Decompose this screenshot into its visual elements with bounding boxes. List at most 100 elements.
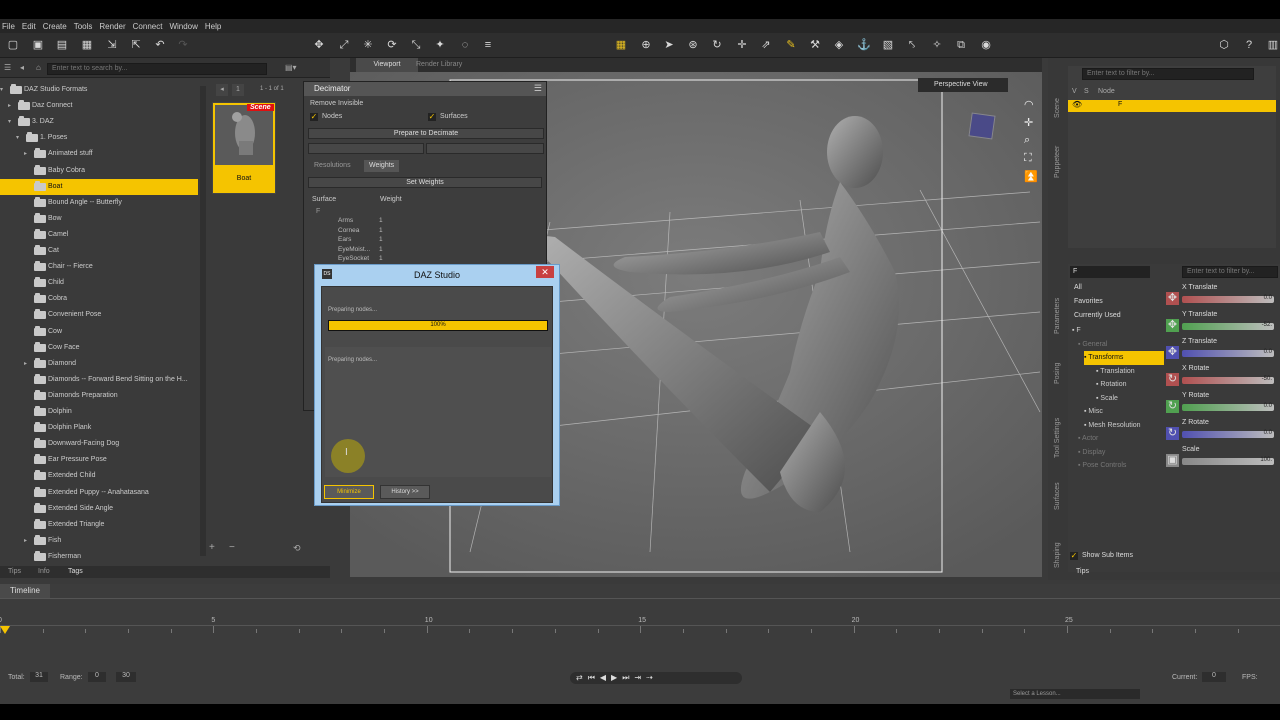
tab-resolutions[interactable]: Resolutions [314, 160, 351, 172]
parameter-slider[interactable]: ↻ Z Rotate 0.0 [1164, 419, 1274, 445]
parameter-slider[interactable]: ✥ Y Translate -52. [1164, 311, 1274, 337]
orbit-view-icon[interactable]: ◠ [1024, 98, 1034, 111]
library-tree-item[interactable]: ▸ Daz Connect [0, 98, 198, 114]
library-tree-item[interactable]: Chair -- Fierce [0, 259, 198, 275]
view-options-icon[interactable]: ▤▾ [285, 63, 307, 75]
parameter-slider-track[interactable] [1182, 431, 1274, 438]
library-scrollbar[interactable] [200, 86, 206, 556]
parameter-slider-value[interactable]: 100. [1260, 457, 1272, 463]
tab-weights[interactable]: Weights [364, 160, 400, 172]
parameter-tree-item[interactable]: ▪ Rotation [1096, 378, 1127, 392]
parameter-tree-item[interactable]: ▪ Misc [1084, 405, 1103, 419]
collapsed-arrow-icon[interactable]: ▸ [24, 356, 32, 372]
menu-edit[interactable]: Edit [22, 22, 36, 31]
library-tree-item[interactable]: Extended Child [0, 468, 198, 484]
camera-select[interactable]: Perspective View [918, 78, 1008, 92]
parameter-tree-item[interactable]: ▪ Transforms [1084, 351, 1164, 365]
ds-logo-icon[interactable]: ⬡ [1217, 38, 1231, 52]
bone-icon[interactable]: ⚒ [808, 38, 822, 52]
parameter-slider-track[interactable] [1182, 296, 1274, 303]
library-tree-item[interactable]: Diamonds Preparation [0, 388, 198, 404]
library-tree-item[interactable]: Baby Cobra [0, 163, 198, 179]
library-tree-item[interactable]: Downward-Facing Dog [0, 436, 198, 452]
expanded-arrow-icon[interactable]: ▾ [8, 114, 16, 130]
total-field[interactable]: 31 [30, 672, 48, 682]
parameter-slider-track[interactable] [1182, 377, 1274, 384]
playhead-marker[interactable] [0, 626, 10, 634]
tab-puppeteer[interactable]: Puppeteer [1054, 146, 1061, 178]
library-tree-item[interactable]: ▸ Animated stuff [0, 146, 198, 162]
library-tree-item[interactable]: ▾ DAZ Studio Formats [0, 82, 198, 98]
scale-icon[interactable]: ⇗ [759, 38, 773, 52]
menu-create[interactable]: Create [43, 22, 67, 31]
transform-icon[interactable]: ◌ [458, 38, 472, 52]
redo-icon[interactable]: ↷ [176, 38, 190, 52]
reset-view-icon[interactable]: ⏫ [1024, 170, 1038, 183]
library-tree-item[interactable]: Dolphin Plank [0, 420, 198, 436]
library-tree-item[interactable]: ▾ 1. Poses [0, 130, 198, 146]
parameter-slider-value[interactable]: -52. [1262, 322, 1272, 328]
surface-selection-icon[interactable]: ✎ [784, 38, 798, 52]
anchor-icon[interactable]: ⚓ [857, 38, 871, 52]
history-button[interactable]: History >> [380, 485, 430, 499]
boat-thumbnail[interactable]: Scene Boat [212, 102, 276, 194]
library-tree-item[interactable]: Extended Triangle [0, 517, 198, 533]
close-icon[interactable]: ✕ [536, 266, 554, 278]
diamond-tool-icon[interactable]: ◈ [832, 38, 846, 52]
prev-page-button[interactable]: ◂ [216, 84, 228, 96]
collapsed-arrow-icon[interactable]: ▸ [8, 98, 16, 114]
parameter-tree-item[interactable]: ▪ Pose Controls [1078, 459, 1126, 473]
add-icon[interactable]: + [209, 542, 221, 554]
parameter-slider-value[interactable]: -50. [1262, 376, 1272, 382]
cube-tool-icon[interactable]: ▧ [881, 38, 895, 52]
scene-filter-input[interactable]: Enter text to filter by... [1082, 68, 1254, 80]
rotate-tool-icon[interactable]: ⟳ [385, 38, 399, 52]
parameter-tree-item[interactable]: ▪ Mesh Resolution [1084, 419, 1141, 433]
tab-tool-settings[interactable]: Tool Settings [1054, 418, 1061, 458]
library-tree-item[interactable]: Fisherman [0, 549, 198, 565]
parameter-slider-value[interactable]: 0.0 [1264, 430, 1272, 436]
tab-render-library[interactable]: Render Library [416, 58, 462, 72]
tab-info[interactable]: Info [38, 566, 50, 578]
tab-posing[interactable]: Posing [1054, 363, 1061, 384]
library-tree-item[interactable]: Dolphin [0, 404, 198, 420]
tab-viewport[interactable]: Viewport [356, 58, 418, 72]
back-arrow-icon[interactable]: ◂ [20, 63, 30, 73]
universal-tool-icon[interactable]: ▦ [614, 38, 628, 52]
parameter-tree-item[interactable]: ▪ Actor [1078, 432, 1098, 446]
camera-icon[interactable]: ◉ [979, 38, 993, 52]
pointer-icon[interactable]: ➤ [662, 38, 676, 52]
tab-tips-right[interactable]: Tips [1076, 568, 1089, 575]
weights-value[interactable]: 1 [379, 227, 383, 234]
library-tree-item[interactable]: ▾ 3. DAZ [0, 114, 198, 130]
weights-root-node[interactable]: F [316, 208, 320, 215]
expanded-arrow-icon[interactable]: ▾ [16, 130, 24, 146]
frame-view-icon[interactable]: ⛶ [1024, 152, 1032, 165]
parameter-slider[interactable]: ✥ Z Translate 0.0 [1164, 338, 1274, 364]
library-tree-item[interactable]: Ear Pressure Pose [0, 452, 198, 468]
library-tree-item[interactable]: Child [0, 275, 198, 291]
pin-icon[interactable]: ⤣ [905, 38, 919, 52]
parameter-slider[interactable]: ↻ Y Rotate 0.0 [1164, 392, 1274, 418]
help-icon[interactable]: ? [1242, 38, 1256, 52]
minimize-button[interactable]: Minimize [324, 485, 374, 499]
new-file-icon[interactable]: ▢ [6, 38, 20, 52]
show-sub-items-checkbox[interactable]: ✓ [1070, 552, 1078, 560]
parameter-tree-item[interactable]: ▪ Display [1078, 446, 1105, 460]
scene-node-row[interactable]: 👁 F [1068, 100, 1276, 112]
parameter-slider[interactable]: ✥ X Translate 0.0 [1164, 284, 1274, 310]
eye-icon[interactable]: 👁 [1072, 100, 1082, 109]
remove-icon[interactable]: − [229, 542, 241, 554]
spin-icon[interactable]: ↻ [710, 38, 724, 52]
category-currently-used[interactable]: Currently Used [1074, 312, 1121, 319]
undo-icon[interactable]: ↶ [153, 38, 167, 52]
export-icon[interactable]: ⇱ [129, 38, 143, 52]
menu-window[interactable]: Window [169, 22, 197, 31]
page-first-button[interactable]: 1 [232, 84, 244, 96]
menu-connect[interactable]: Connect [133, 22, 163, 31]
library-tree-item[interactable]: Extended Puppy -- Anahatasana [0, 485, 198, 501]
open-folder-icon[interactable]: ▣ [31, 38, 45, 52]
surfaces-checkbox[interactable]: ✓ [428, 113, 436, 121]
translate-icon[interactable]: ✛ [735, 38, 749, 52]
nodes-checkbox[interactable]: ✓ [310, 113, 318, 121]
